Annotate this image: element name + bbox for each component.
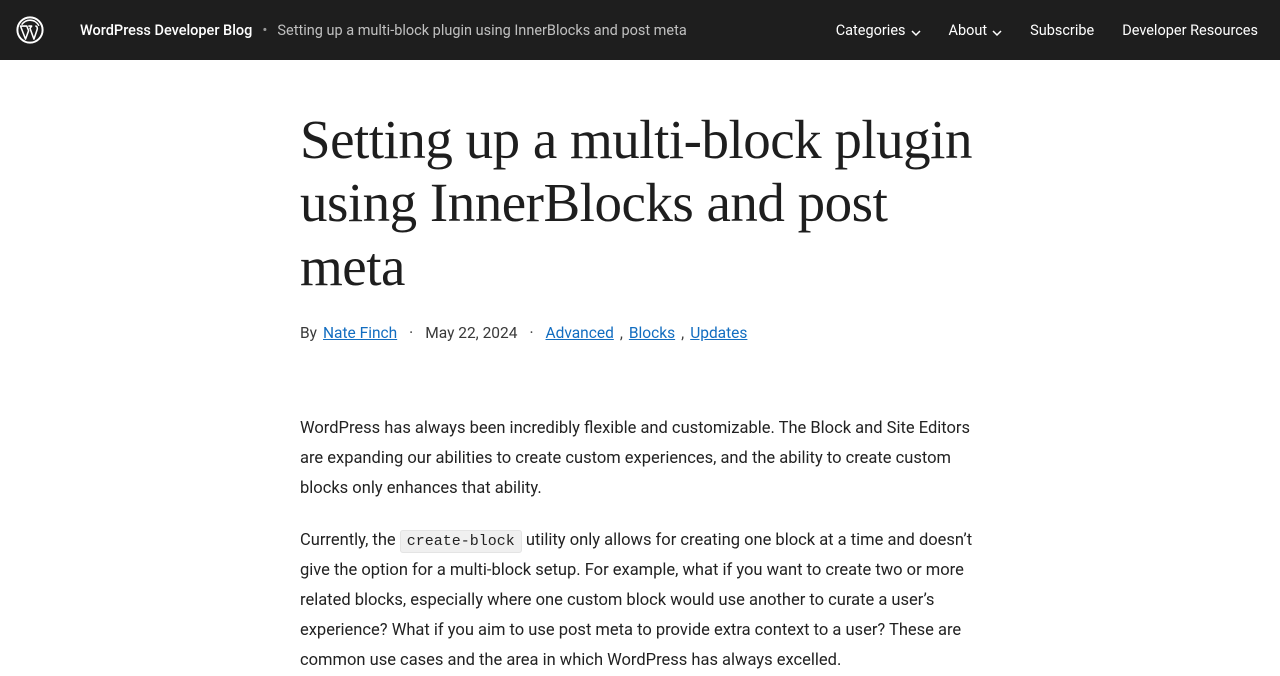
paragraph: WordPress has always been incredibly fle…	[300, 414, 980, 504]
paragraph: Currently, the create-block utility only…	[300, 526, 980, 676]
top-bar: WordPress Developer Blog • Setting up a …	[0, 0, 1280, 60]
author-link[interactable]: Nate Finch	[323, 324, 397, 342]
primary-nav: Categories About Subscribe Developer Res…	[836, 22, 1264, 39]
breadcrumb-separator: •	[262, 23, 267, 38]
nav-about-label: About	[949, 22, 988, 39]
nav-about[interactable]: About	[949, 22, 1003, 39]
meta-separator: ·	[409, 324, 413, 342]
tag-updates[interactable]: Updates	[690, 324, 747, 342]
article-meta: By Nate Finch · May 22, 2024 · Advanced,…	[300, 324, 990, 342]
nav-categories[interactable]: Categories	[836, 22, 921, 39]
inline-code: create-block	[400, 530, 522, 553]
meta-separator: ·	[529, 324, 533, 342]
tag-advanced[interactable]: Advanced	[546, 324, 614, 342]
nav-categories-label: Categories	[836, 22, 906, 39]
chevron-down-icon	[911, 25, 921, 35]
chevron-down-icon	[992, 25, 1002, 35]
comma: ,	[620, 324, 623, 342]
article-body: WordPress has always been incredibly fle…	[300, 414, 980, 676]
wordpress-logo-icon[interactable]	[16, 16, 44, 44]
nav-subscribe[interactable]: Subscribe	[1030, 22, 1094, 39]
article: Setting up a multi-block plugin using In…	[300, 60, 990, 676]
publish-date: May 22, 2024	[425, 324, 517, 342]
comma: ,	[681, 324, 684, 342]
breadcrumb-title: Setting up a multi-block plugin using In…	[277, 22, 686, 39]
tag-blocks[interactable]: Blocks	[629, 324, 675, 342]
site-name-link[interactable]: WordPress Developer Blog	[80, 22, 252, 39]
article-title: Setting up a multi-block plugin using In…	[300, 108, 990, 298]
nav-subscribe-label: Subscribe	[1030, 22, 1094, 39]
text: Currently, the	[300, 531, 400, 550]
nav-developer-resources-label: Developer Resources	[1122, 22, 1258, 39]
by-label: By	[300, 324, 317, 342]
nav-developer-resources[interactable]: Developer Resources	[1122, 22, 1258, 39]
